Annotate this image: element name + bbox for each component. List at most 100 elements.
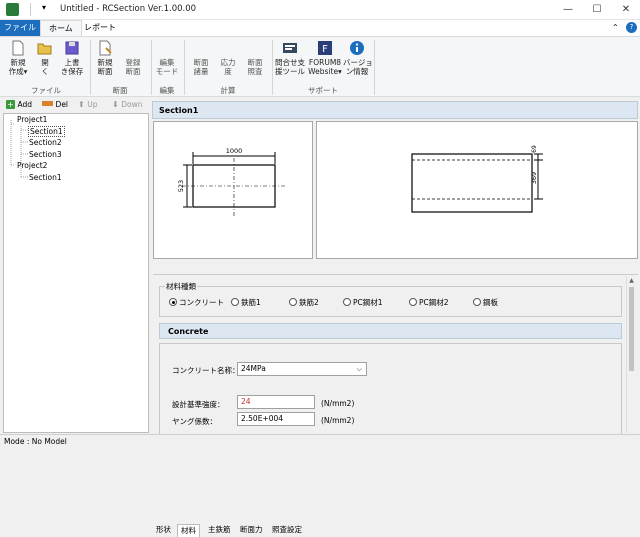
minimize-button[interactable]: — xyxy=(553,0,583,20)
support-group-label: サポート xyxy=(308,86,338,95)
tab-section-force[interactable]: 断面力 xyxy=(237,524,266,536)
radio-steel-plate[interactable]: 鋼板 xyxy=(473,297,498,308)
version-info-label: バージョ ン情報 xyxy=(343,58,373,76)
design-strength-unit: (N/mm2) xyxy=(321,399,355,408)
new-section-button[interactable]: 新規 断面 xyxy=(92,40,118,76)
del-label: Del xyxy=(55,100,69,109)
design-strength-value: 24 xyxy=(241,397,251,406)
scroll-up-icon[interactable]: ▲ xyxy=(627,277,636,286)
young-modulus-unit: (N/mm2) xyxy=(321,416,355,425)
project-tree: Project1 Section1 Section2 Section3 Proj… xyxy=(3,113,149,433)
vertical-scrollbar[interactable]: ▲ xyxy=(626,277,636,433)
tree-node-project2[interactable]: Project2 xyxy=(17,161,47,170)
radio-rebar1[interactable]: 鉄筋1 xyxy=(231,297,261,308)
ribbon-separator xyxy=(184,40,185,95)
section-group-label: 断面 xyxy=(112,86,128,95)
concrete-name-label: コンクリート名称： xyxy=(172,366,240,375)
window-title: Untitled - RCSection Ver.1.00.00 xyxy=(60,4,197,14)
young-modulus-value: 2.50E+004 xyxy=(241,414,284,423)
open-folder-icon xyxy=(37,43,52,55)
version-info-button[interactable]: バージョ ン情報 xyxy=(343,40,373,76)
stress-calc-label: 応力 度 xyxy=(220,58,236,76)
radio-dot xyxy=(473,298,481,306)
section-check-icon xyxy=(193,40,209,56)
register-section-icon xyxy=(125,40,141,56)
delete-icon xyxy=(42,101,53,106)
file-group-label: ファイル xyxy=(31,86,61,95)
concrete-name-select[interactable]: 24MPa ⌵ xyxy=(237,362,367,376)
ribbon-tab-bar: ファイル ホーム レポート ⌃ ? xyxy=(0,20,640,37)
edit-mode-label: 編集 モード xyxy=(155,58,179,76)
section-verify-label: 断面 照査 xyxy=(247,58,263,76)
down-label: Down xyxy=(121,100,143,109)
section-drawing: 1000 523 xyxy=(177,147,285,218)
radio-dot xyxy=(169,298,177,306)
material-type-label: 材料種類 xyxy=(165,281,197,292)
radio-pc-steel1[interactable]: PC鋼材1 xyxy=(343,297,383,308)
tree-node-p2-section1[interactable]: Section1 xyxy=(29,173,62,182)
young-modulus-input[interactable]: 2.50E+004 xyxy=(237,412,315,426)
chevron-down-icon: ⌵ xyxy=(356,365,362,373)
ribbon-separator xyxy=(272,40,273,95)
height-dimension: 523 xyxy=(177,180,185,192)
help-icon[interactable]: ? xyxy=(626,22,637,33)
tab-verification-settings[interactable]: 照査設定 xyxy=(269,524,305,536)
open-label: 開 く xyxy=(41,58,49,76)
radio-pc-steel2[interactable]: PC鋼材2 xyxy=(409,297,449,308)
maximize-button[interactable]: ☐ xyxy=(582,0,612,20)
section-check-button[interactable]: 断面 諸量 xyxy=(188,40,214,76)
section-view-left[interactable]: 1000 523 xyxy=(153,121,313,259)
tab-shape[interactable]: 形状 xyxy=(153,524,174,536)
new-document-icon xyxy=(12,40,24,56)
add-button[interactable]: + Add xyxy=(6,100,32,109)
up-button[interactable]: ⬆ Up xyxy=(78,100,98,109)
radio-dot xyxy=(343,298,351,306)
tab-main-rebar[interactable]: 主鉄筋 xyxy=(205,524,234,536)
radio-concrete[interactable]: コンクリート xyxy=(169,297,224,308)
radio-rebar2[interactable]: 鉄筋2 xyxy=(289,297,319,308)
section-verify-button[interactable]: 断面 照査 xyxy=(242,40,268,76)
tab-file[interactable]: ファイル xyxy=(0,20,40,36)
radio-label: コンクリート xyxy=(179,298,224,307)
section-title: Section1 xyxy=(159,106,199,115)
up-arrow-icon: ⬆ xyxy=(78,100,85,109)
register-section-button[interactable]: 登録 断面 xyxy=(120,40,146,76)
qat-dropdown-icon[interactable]: ▾ xyxy=(42,3,46,12)
collapse-ribbon-icon[interactable]: ⌃ xyxy=(612,23,619,32)
support-tool-button[interactable]: 問合せ支 援ツール xyxy=(274,40,306,76)
radio-dot xyxy=(409,298,417,306)
stress-calc-button[interactable]: 応力 度 xyxy=(215,40,241,76)
forum8-website-label: FORUM8 Website▾ xyxy=(308,58,342,76)
section-view-right[interactable]: 69 369 xyxy=(316,121,638,259)
add-icon: + xyxy=(6,100,15,109)
close-button[interactable]: ✕ xyxy=(611,0,640,20)
tab-report[interactable]: レポート xyxy=(76,20,124,36)
tab-material[interactable]: 材料 xyxy=(177,524,200,537)
concrete-name-value: 24MPa xyxy=(241,364,266,373)
tree-node-section1[interactable]: Section1 xyxy=(28,126,65,137)
tree-node-project1[interactable]: Project1 xyxy=(17,115,47,124)
longitudinal-drawing: 69 369 xyxy=(411,145,543,213)
scrollbar-thumb[interactable] xyxy=(629,287,634,371)
section-header: Section1 xyxy=(152,101,638,119)
up-label: Up xyxy=(87,100,98,109)
forum8-website-button[interactable]: F FORUM8 Website▾ xyxy=(307,40,343,76)
del-button[interactable]: Del xyxy=(42,100,68,109)
overwrite-save-label: 上書 き保存 xyxy=(60,58,84,76)
design-strength-input[interactable]: 24 xyxy=(237,395,315,409)
new-create-label: 新規 作成▾ xyxy=(8,58,28,76)
new-create-button[interactable]: 新規 作成▾ xyxy=(5,40,31,76)
save-icon xyxy=(65,41,79,55)
property-tabs: 形状 材料 主鉄筋 断面力 照査設定 xyxy=(153,262,638,537)
down-button[interactable]: ⬇ Down xyxy=(112,100,143,109)
design-strength-label: 設計基準強度： xyxy=(172,400,225,409)
app-icon xyxy=(6,3,19,16)
tree-node-section2[interactable]: Section2 xyxy=(29,138,62,147)
forum8-logo-icon: F xyxy=(318,41,332,55)
young-modulus-label: ヤング係数： xyxy=(172,417,217,426)
edit-mode-button[interactable]: 編集 モード xyxy=(154,40,180,76)
open-button[interactable]: 開 く xyxy=(34,40,56,76)
overwrite-save-button[interactable]: 上書 き保存 xyxy=(58,40,86,76)
tree-node-section3[interactable]: Section3 xyxy=(29,150,62,159)
ribbon: 新規 作成▾ 開 く 上書 き保存 ファイル 新規 断面 登録 断面 断面 編集… xyxy=(0,36,640,97)
